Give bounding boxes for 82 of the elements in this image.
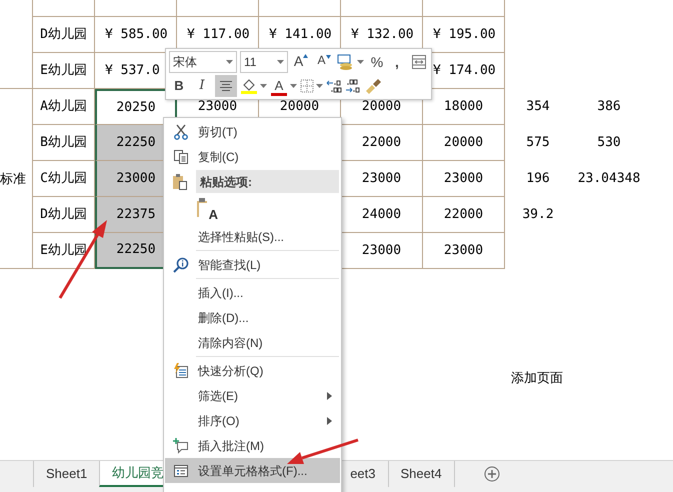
menu-item[interactable]: 清除内容(N): [165, 330, 340, 355]
table-cell-text: 196: [526, 170, 550, 188]
table-cell-text: 23000: [362, 242, 402, 260]
selected-cell[interactable]: 20250: [95, 89, 177, 125]
caret-icon: [260, 84, 267, 88]
table-cell-text: 23000: [444, 242, 484, 260]
menu-section-header: 粘贴选项:: [196, 170, 339, 193]
search-icon: [172, 256, 188, 272]
shrink-font-button[interactable]: A: [314, 51, 334, 73]
sheet-tab[interactable]: Sheet4: [388, 461, 454, 487]
table-cell-text: 23000: [362, 170, 402, 188]
fill-color-icon[interactable]: [240, 77, 258, 95]
format-cells-icon: [172, 462, 188, 478]
menu-item[interactable]: 插入(I)...: [165, 280, 340, 305]
caret-icon: [290, 84, 297, 88]
caret-icon: [357, 60, 364, 64]
add-sheet-icon[interactable]: [484, 466, 500, 482]
menu-item[interactable]: 排序(O): [165, 408, 340, 433]
caret-icon: [226, 60, 233, 64]
clipboard-icon: [196, 197, 208, 219]
table-cell-text: 标准: [0, 170, 26, 188]
grow-font-button[interactable]: A: [291, 51, 311, 73]
menu-item[interactable]: 快速分析(Q): [165, 358, 340, 383]
table-cell-text: 22250: [116, 241, 156, 260]
menu-item[interactable]: 设置单元格格式(F)...: [165, 458, 340, 483]
pointer-arrow: [287, 438, 358, 464]
table-cell-text: 20000: [280, 98, 320, 116]
italic-button[interactable]: I: [192, 75, 212, 97]
table-cell-text: 23000: [198, 98, 238, 116]
table-cell-text: 39.2: [522, 206, 554, 224]
scissors-icon: [172, 124, 188, 140]
borders-icon[interactable]: [300, 79, 314, 93]
increase-decimal-icon[interactable]: [345, 78, 361, 94]
table-cell: [33, 0, 95, 17]
table-cell-text: ¥ 132.00: [351, 26, 414, 44]
center-align-button[interactable]: [215, 75, 237, 97]
table-cell-text: ¥ 117.00: [187, 26, 250, 44]
menu-item[interactable]: 筛选(E): [165, 383, 340, 408]
cell-text: 添加页面: [511, 370, 563, 385]
menu-item[interactable]: 插入批注(M): [165, 433, 340, 458]
table-cell-text: ¥ 174.00: [433, 62, 496, 80]
table-cell-text: 575: [526, 134, 550, 152]
table-cell-text: 22000: [444, 206, 484, 224]
caret-icon: [316, 84, 323, 88]
caret-icon: [277, 60, 284, 64]
percent-button[interactable]: %: [367, 51, 387, 73]
table-cell-text: 23.04348: [578, 170, 640, 188]
copy-icon: [172, 148, 188, 164]
font-color-button[interactable]: A: [270, 76, 288, 96]
font-size-dropdown[interactable]: 11: [240, 51, 288, 73]
font-name-dropdown[interactable]: 宋体: [169, 51, 237, 73]
table-cell-text: 20250: [116, 98, 156, 117]
table-cell-text: ¥ 195.00: [433, 26, 496, 44]
paste-keep-text-button[interactable]: A: [196, 197, 218, 221]
table-cell-text: 386: [597, 98, 621, 116]
table-cell-text: 22000: [362, 134, 402, 152]
menu-item[interactable]: 删除(D)...: [165, 305, 340, 330]
wrap-text-icon[interactable]: [411, 54, 427, 70]
table-cell-text: 23000: [116, 170, 156, 188]
align-center-icon: [219, 80, 233, 92]
table-cell-text: ¥ 141.00: [269, 26, 332, 44]
table-cell-text: 20000: [362, 98, 402, 116]
clipboard-icon: [172, 172, 188, 190]
format-painter-icon[interactable]: [364, 78, 382, 94]
table-cell-text: ¥ 537.0: [105, 62, 160, 80]
table-cell-text: 530: [597, 134, 621, 152]
table-cell-text: 20000: [444, 134, 484, 152]
table-cell-text: 24000: [362, 206, 402, 224]
table-cell-text: ¥ 585.00: [105, 26, 168, 44]
table-cell-text: 22375: [116, 206, 156, 224]
comment-icon: [172, 438, 188, 454]
down-triangle-icon: [326, 55, 330, 59]
money-format-icon[interactable]: [337, 54, 355, 70]
table-cell: E幼儿园: [33, 53, 95, 89]
table-cell: D幼儿园: [33, 17, 95, 53]
decrease-decimal-icon[interactable]: [326, 78, 342, 94]
comma-button[interactable]: ,: [390, 51, 404, 73]
table-cell-text: 22250: [116, 134, 156, 152]
table-cell-text: 18000: [444, 98, 484, 116]
table-cell-text: 23000: [444, 170, 484, 188]
table-cell-text: 354: [526, 98, 550, 116]
up-triangle-icon: [303, 54, 308, 58]
